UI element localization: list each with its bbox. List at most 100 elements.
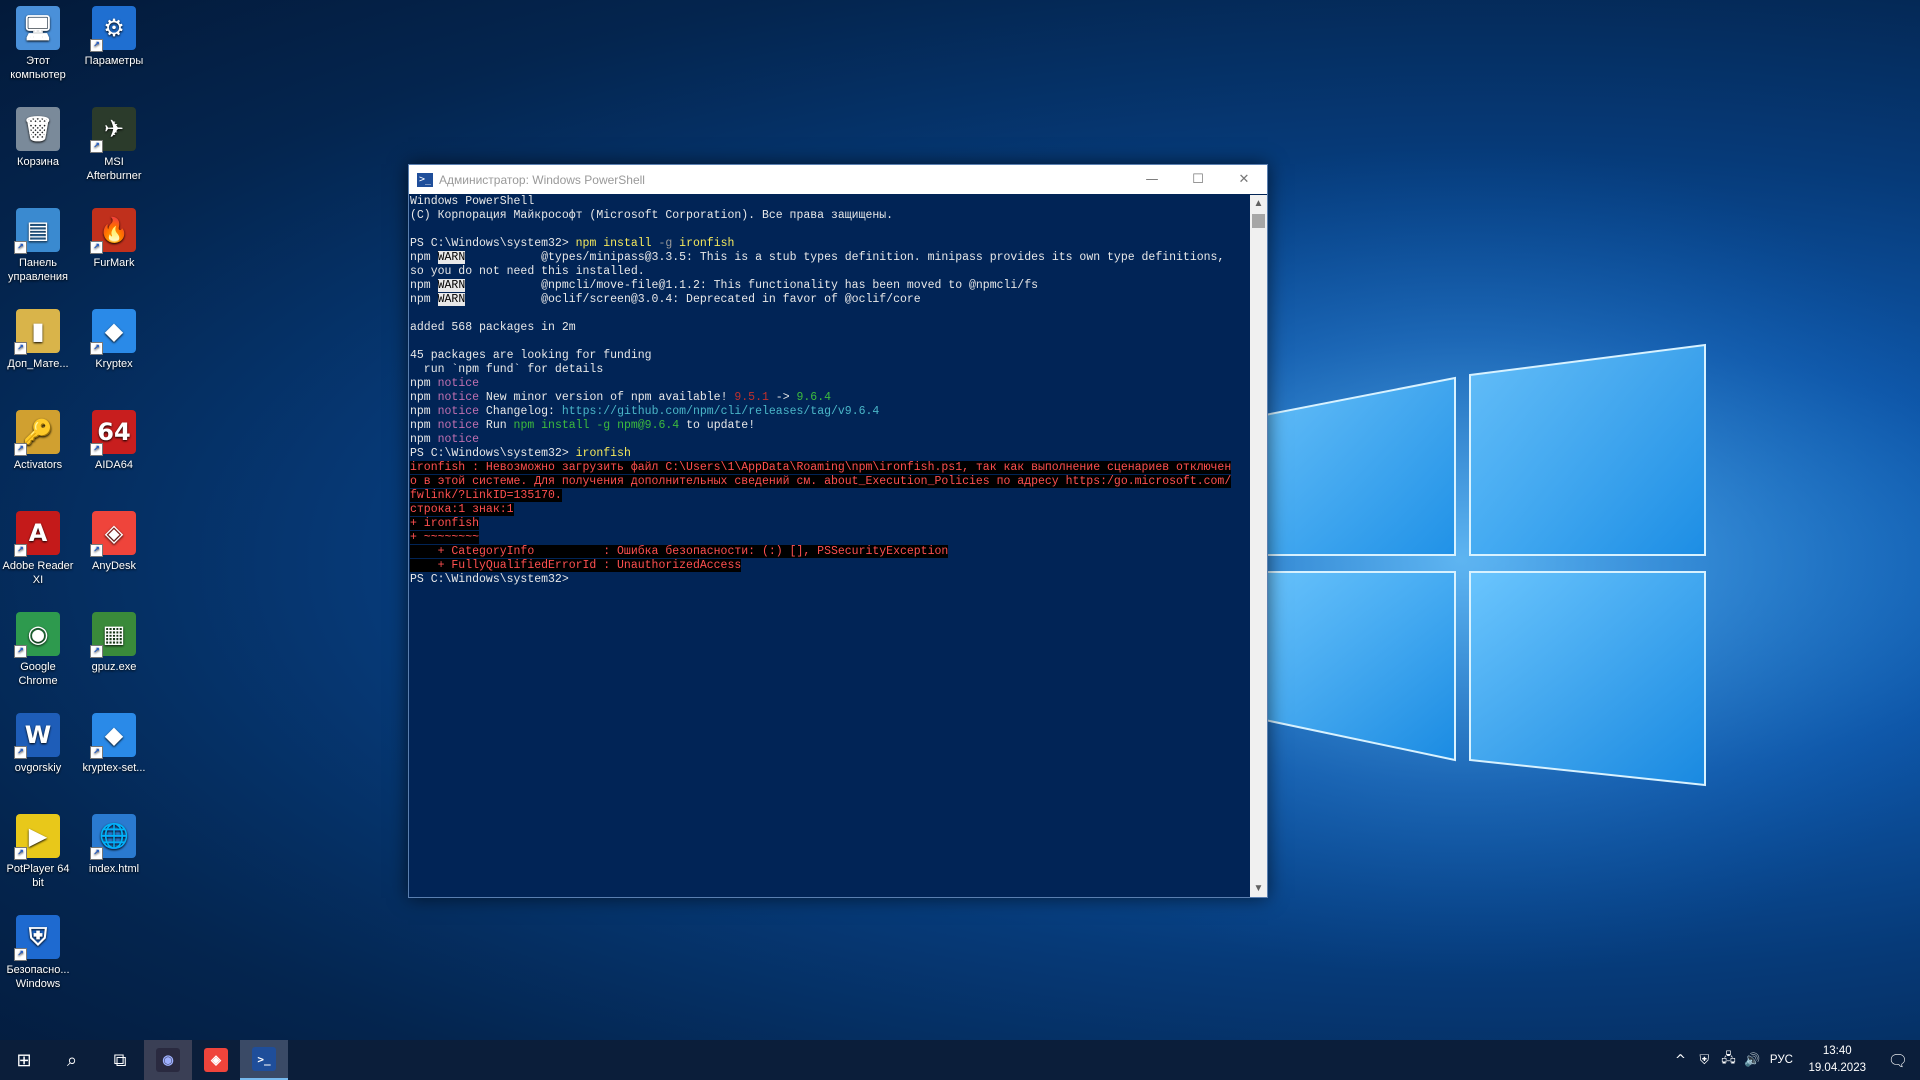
desktop-icon[interactable]: ⚙ ↗ Параметры (76, 2, 152, 68)
folder-icon: ▮ ↗ (14, 309, 60, 355)
console-line: npm notice New minor version of npm avai… (410, 391, 832, 404)
taskbar-app-anydesk[interactable]: ◈ (192, 1040, 240, 1080)
minimize-button[interactable]: — (1129, 165, 1175, 194)
icon-glyph: ▮ (31, 317, 45, 345)
tray-expand-icon[interactable]: ^ (1668, 1053, 1692, 1068)
maximize-button[interactable]: ☐ (1175, 165, 1221, 194)
scrollbar-thumb[interactable] (1252, 214, 1265, 228)
desktop-icon[interactable]: ◉ ↗ Google Chrome (0, 608, 76, 688)
desktop-icon-label: PotPlayer 64 bit (6, 863, 70, 889)
taskbar: ⊞ ⌕ ⧉ ◉ ◈ >_ ^ ⛨ 🖧 🔊 РУС 13:40 19.04.202… (0, 1040, 1920, 1080)
control-panel-icon: ▤ ↗ (14, 208, 60, 254)
powershell-window[interactable]: >_ Администратор: Windows PowerShell — ☐… (408, 164, 1268, 898)
console-line: npm notice Run npm install -g npm@9.6.4 … (410, 419, 756, 432)
desktop-icon[interactable]: ▤ ↗ Панель управления (0, 204, 76, 284)
recycle-bin-icon: 🗑 (16, 107, 60, 151)
close-button[interactable]: ✕ (1221, 165, 1267, 194)
desktop-icon[interactable]: ◆ ↗ Kryptex (76, 305, 152, 371)
desktop-icon-label: Adobe Reader XI (2, 560, 74, 586)
desktop-icon[interactable]: ▶ ↗ PotPlayer 64 bit (0, 810, 76, 890)
desktop-icon-label: MSI Afterburner (86, 156, 142, 182)
desktop-icon[interactable]: 🖥 Этот компьютер (0, 2, 76, 82)
shortcut-arrow-icon: ↗ (90, 544, 103, 557)
shortcut-arrow-icon: ↗ (90, 140, 103, 153)
icon-glyph: 🖥 (22, 14, 54, 42)
taskbar-app-powershell[interactable]: >_ (240, 1040, 288, 1080)
desktop-icon[interactable]: 🔥 ↗ FurMark (76, 204, 152, 270)
console-line: npm WARN @oclif/screen@3.0.4: Deprecated… (410, 293, 921, 306)
console-line: 45 packages are looking for funding (410, 349, 652, 362)
desktop-icon[interactable]: 🌐 ↗ index.html (76, 810, 152, 876)
icon-glyph: ◆ (104, 721, 124, 749)
console-line: PS C:\Windows\system32> ironfish (410, 447, 631, 460)
console-line: npm notice Changelog: https://github.com… (410, 405, 880, 418)
task-view-icon[interactable]: ⧉ (96, 1040, 144, 1080)
desktop-icon-label: ovgorskiy (14, 762, 62, 774)
start-button[interactable]: ⊞ (0, 1040, 48, 1080)
desktop-icon-label: Доп_Мате... (7, 358, 69, 370)
globe-icon: 🌐 ↗ (90, 814, 136, 860)
console-line: added 568 packages in 2m (410, 321, 576, 334)
anydesk-app-icon: ◈ (204, 1048, 228, 1072)
desktop-icon[interactable]: ◆ ↗ kryptex-set... (76, 709, 152, 775)
kryptex-setup-icon: ◆ ↗ (90, 713, 136, 759)
clock[interactable]: 13:40 19.04.2023 (1808, 1043, 1866, 1077)
desktop-icon-label: AIDA64 (95, 459, 133, 471)
desktop-icon[interactable]: ✈ ↗ MSI Afterburner (76, 103, 152, 183)
gear-icon: ⚙ ↗ (90, 6, 136, 52)
powershell-app-icon: >_ (252, 1047, 276, 1071)
desktop-icon[interactable]: 🗑 Корзина (0, 103, 76, 169)
shortcut-arrow-icon: ↗ (90, 645, 103, 658)
icon-glyph: ✈ (103, 115, 125, 143)
shortcut-arrow-icon: ↗ (90, 241, 103, 254)
msi-afterburner-icon: ✈ ↗ (90, 107, 136, 153)
desktop-icon[interactable]: W ↗ ovgorskiy (0, 709, 76, 775)
console-line: npm notice (410, 433, 480, 446)
vertical-scrollbar[interactable]: ▲ ▼ (1250, 195, 1267, 897)
window-titlebar[interactable]: >_ Администратор: Windows PowerShell — ☐… (409, 165, 1267, 194)
desktop-icon-label: index.html (88, 863, 140, 875)
desktop-icon[interactable]: ▦ ↗ gpuz.exe (76, 608, 152, 674)
clock-date: 19.04.2023 (1808, 1062, 1866, 1074)
notifications-icon[interactable]: 🗨 (1876, 1051, 1920, 1070)
windows-security-icon: ⛨ ↗ (14, 915, 60, 961)
search-icon[interactable]: ⌕ (48, 1040, 96, 1080)
desktop-icon[interactable]: ◈ ↗ AnyDesk (76, 507, 152, 573)
furmark-icon: 🔥 ↗ (90, 208, 136, 254)
taskbar-app-kryptex[interactable]: ◉ (144, 1040, 192, 1080)
icon-glyph: 64 (97, 418, 131, 446)
shortcut-arrow-icon: ↗ (14, 342, 27, 355)
desktop-icon[interactable]: 64 ↗ AIDA64 (76, 406, 152, 472)
desktop-icon-label: Панель управления (8, 257, 68, 283)
desktop-icon-label: Activators (13, 459, 63, 471)
shortcut-arrow-icon: ↗ (90, 39, 103, 52)
chrome-icon: ◉ ↗ (14, 612, 60, 658)
anydesk-icon: ◈ ↗ (90, 511, 136, 557)
kryptex-icon: ◆ ↗ (90, 309, 136, 355)
console-line: PS C:\Windows\system32> npm install -g i… (410, 237, 735, 250)
desktop-icon[interactable]: ⛨ ↗ Безопасно... Windows (0, 911, 76, 991)
console-line: PS C:\Windows\system32> (410, 573, 576, 586)
scroll-up-arrow-icon[interactable]: ▲ (1250, 195, 1267, 212)
volume-icon[interactable]: 🔊 (1740, 1053, 1764, 1068)
error-line: ironfish : Невозможно загрузить файл C:\… (410, 461, 1232, 474)
scroll-down-arrow-icon[interactable]: ▼ (1250, 880, 1267, 897)
error-line: + ~~~~~~~~ (410, 531, 480, 544)
desktop-icon[interactable]: 🔑 ↗ Activators (0, 406, 76, 472)
desktop-icon[interactable]: A ↗ Adobe Reader XI (0, 507, 76, 587)
shortcut-arrow-icon: ↗ (90, 443, 103, 456)
icon-glyph: 🔥 (99, 216, 129, 244)
desktop-icon[interactable]: ▮ ↗ Доп_Мате... (0, 305, 76, 371)
language-indicator[interactable]: РУС (1764, 1054, 1798, 1066)
clock-time: 13:40 (1822, 1045, 1852, 1057)
shortcut-arrow-icon: ↗ (14, 746, 27, 759)
desktop-icon-label: Безопасно... Windows (6, 964, 70, 990)
security-tray-icon[interactable]: ⛨ (1692, 1053, 1716, 1068)
network-icon[interactable]: 🖧 (1716, 1049, 1740, 1071)
console-output[interactable]: Windows PowerShell (С) Корпорация Майкрос… (409, 195, 1250, 897)
error-line: строка:1 знак:1 (410, 503, 514, 516)
desktop-icon-label: Корзина (17, 156, 59, 168)
desktop-icon-label: Google Chrome (18, 661, 58, 687)
icon-glyph: 🔑 (23, 418, 53, 446)
